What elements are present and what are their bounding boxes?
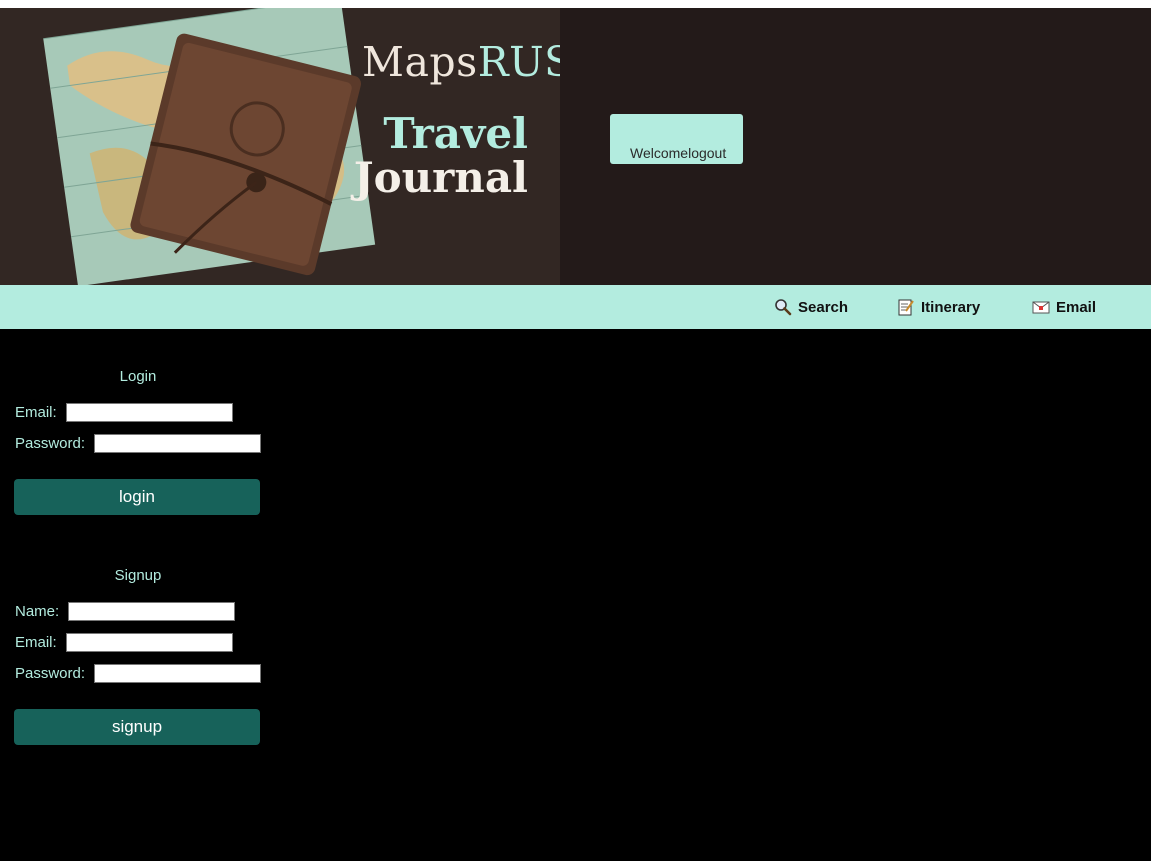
login-panel: Login Email: Password: login [14,368,262,518]
banner-image: MapsRUS Travel Journal [0,8,560,285]
signup-password-row: Password: [15,664,262,683]
signup-password-input[interactable] [94,664,262,683]
signup-name-input[interactable] [68,602,236,621]
signup-panel: Signup Name: Email: Password: signup [14,567,262,747]
login-password-row: Password: [15,434,262,453]
welcome-logout-box[interactable]: Welcomelogout [610,114,743,164]
nav-email-label[interactable]: Email [1056,299,1096,316]
banner-title-line2: Journal [353,153,528,202]
welcome-logout-text[interactable]: Welcomelogout [630,145,726,161]
nav-email[interactable]: Email [1032,298,1096,316]
login-email-input[interactable] [65,403,233,422]
signup-email-label: Email: [15,634,57,651]
signup-password-label: Password: [15,665,86,682]
top-strip [0,0,1151,8]
login-email-label: Email: [15,404,57,421]
signup-name-label: Name: [15,603,60,620]
signup-email-input[interactable] [65,633,233,652]
nav-search-label[interactable]: Search [798,299,848,316]
envelope-icon [1032,301,1050,314]
nav-search[interactable]: Search [774,298,848,316]
login-button[interactable]: login [14,479,260,515]
login-title: Login [119,368,157,385]
signup-name-row: Name: [15,602,236,621]
nav-itinerary[interactable]: Itinerary [897,298,980,316]
login-email-row: Email: [15,403,233,422]
signup-button[interactable]: signup [14,709,260,745]
banner-title-line1: Travel [383,109,528,158]
brand-logo: MapsRUS [362,38,560,86]
banner-title: Travel Journal [354,112,528,200]
navbar: Search Itinerary Email [0,285,1151,329]
login-password-label: Password: [15,435,86,452]
magnifier-icon [775,299,792,316]
signup-email-row: Email: [15,633,233,652]
signup-title: Signup [114,567,162,584]
memo-icon [898,299,914,316]
login-password-input[interactable] [94,434,262,453]
header: MapsRUS Travel Journal Welcomelogout [0,8,1151,285]
nav-itinerary-label[interactable]: Itinerary [921,299,980,316]
